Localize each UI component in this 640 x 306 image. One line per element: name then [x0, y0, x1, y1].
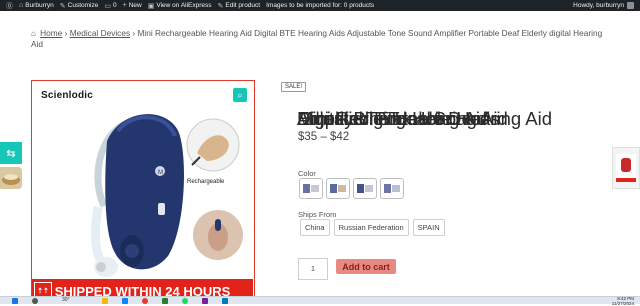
home-icon: ⌂: [31, 29, 36, 38]
comment-icon: ▭: [104, 2, 111, 10]
zoom-button[interactable]: ⌕: [233, 88, 247, 102]
breadcrumb-home-link[interactable]: Home: [40, 28, 62, 38]
import-status[interactable]: Images to be imported for: 0 products: [266, 2, 374, 9]
system-clock[interactable]: 8:42 PM 11/27/2024: [612, 297, 634, 306]
quantity-input[interactable]: 1: [298, 258, 328, 280]
plus-icon: +: [123, 2, 127, 9]
app-icon[interactable]: [162, 298, 168, 304]
swatch-image: [302, 182, 320, 195]
customize-link[interactable]: ✎Customize: [60, 2, 99, 10]
color-label: Color: [298, 169, 316, 178]
color-swatch[interactable]: [353, 178, 377, 199]
color-swatch[interactable]: [299, 178, 323, 199]
breadcrumb-category-link[interactable]: Medical Devices: [70, 28, 130, 38]
import-status-label: Images to be imported for: 0 products: [266, 2, 374, 9]
pencil-icon: ✎: [218, 2, 224, 10]
right-side-product-thumb[interactable]: [612, 147, 640, 189]
edit-product-label: Edit product: [225, 2, 260, 9]
new-link[interactable]: +New: [123, 2, 142, 9]
ships-from-option[interactable]: SPAIN: [413, 219, 445, 236]
comments-link[interactable]: ▭0: [104, 2, 116, 10]
ships-from-option[interactable]: China: [300, 219, 330, 236]
product-thumbnail-image: [0, 167, 22, 189]
product-gallery[interactable]: Scienlodic M Rechargeable ⇡⇡ SHIPPED WIT…: [31, 80, 255, 304]
magnifier-icon: ⌕: [237, 90, 242, 101]
color-swatch[interactable]: [380, 178, 404, 199]
ships-from-option[interactable]: Russian Federation: [334, 219, 409, 236]
admin-bar: ⓪ ⌂Burburryn ✎Customize ▭0 +New ▣View on…: [0, 0, 640, 11]
ships-from-label: Ships From: [298, 210, 336, 219]
search-icon[interactable]: [32, 298, 38, 304]
weather-temp[interactable]: 30°: [62, 297, 70, 303]
sale-badge: SALE!: [281, 82, 306, 92]
compare-tab[interactable]: ⇆: [0, 142, 22, 164]
svg-text:M: M: [158, 170, 163, 176]
color-swatch[interactable]: [326, 178, 350, 199]
taskbar: 30° 8:42 PM 11/27/2024: [0, 296, 640, 304]
recent-product-thumb[interactable]: [0, 167, 22, 189]
brush-icon: ✎: [60, 2, 66, 10]
wordpress-logo[interactable]: ⓪: [6, 1, 13, 11]
new-label: New: [129, 2, 142, 9]
comments-count: 0: [113, 2, 117, 9]
view-on-aliexpress-label: View on AliExpress: [156, 2, 211, 9]
chrome-icon[interactable]: [142, 298, 148, 304]
swatch-image: [383, 182, 401, 195]
windows-start-icon[interactable]: [12, 298, 18, 304]
site-name-link[interactable]: ⌂Burburryn: [19, 2, 54, 9]
wordpress-icon: ⓪: [6, 1, 13, 11]
whatsapp-icon[interactable]: [182, 298, 188, 304]
app-icon[interactable]: [222, 298, 228, 304]
hearing-aid-image: M: [32, 81, 255, 304]
avatar: [627, 2, 634, 9]
compare-icon: ⇆: [6, 147, 15, 160]
site-name: Burburryn: [25, 2, 54, 9]
edge-icon[interactable]: [122, 298, 128, 304]
rechargeable-label: Rechargeable: [187, 179, 224, 185]
breadcrumb: ⌂ Home › Medical Devices › Mini Recharge…: [31, 28, 611, 49]
file-explorer-icon[interactable]: [102, 298, 108, 304]
product-title: Mini Rechargeable Hearing Aid Digital BT…: [297, 108, 607, 132]
swatch-image: [329, 182, 347, 195]
home-icon: ⌂: [19, 2, 23, 9]
my-account[interactable]: Howdy, burburryn: [573, 0, 634, 11]
title-layer: Elderly digital Hearing Aid: [297, 108, 508, 130]
aliexpress-icon: ▣: [148, 2, 155, 10]
color-swatches: [299, 178, 404, 199]
ships-from-options: China Russian Federation SPAIN: [300, 219, 445, 236]
add-to-cart-button[interactable]: Add to cart: [336, 259, 396, 274]
app-icon[interactable]: [202, 298, 208, 304]
product-thumbnail-image: [613, 148, 639, 188]
price-range: $35 – $42: [298, 131, 349, 143]
view-on-aliexpress-link[interactable]: ▣View on AliExpress: [148, 2, 212, 10]
edit-product-link[interactable]: ✎Edit product: [218, 2, 261, 10]
greeting: Howdy, burburryn: [573, 2, 624, 9]
customize-label: Customize: [68, 2, 99, 9]
swatch-image: [356, 182, 374, 195]
